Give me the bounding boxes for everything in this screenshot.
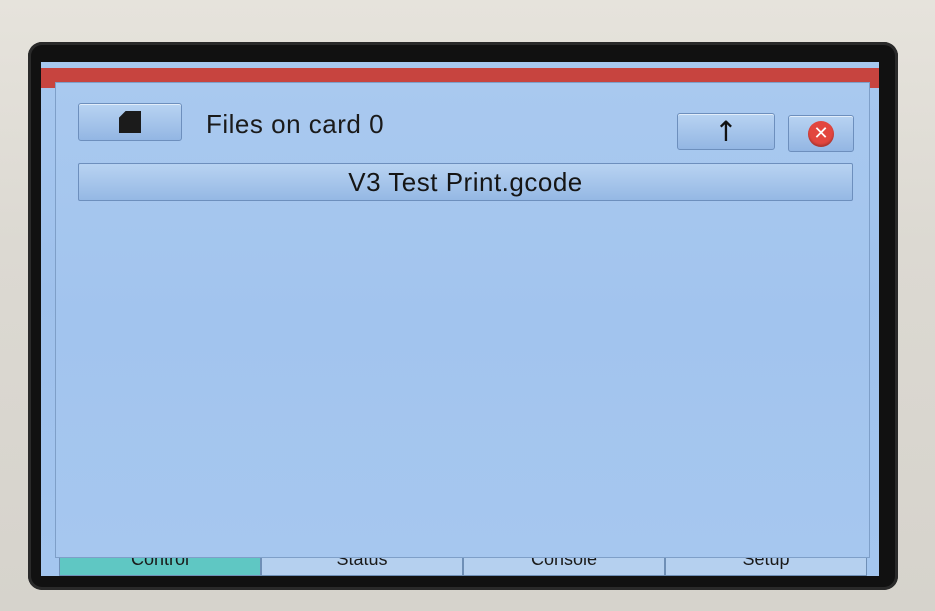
sd-card-icon — [115, 111, 145, 133]
dialog-title: Files on card 0 — [206, 109, 385, 139]
file-list-item[interactable]: V3 Test Print.gcode — [78, 163, 853, 201]
up-arrow-icon: ↑ — [714, 114, 738, 148]
file-list-dialog: Files on card 0 ↑ ✕ V3 Test Print.gcode — [55, 82, 870, 558]
touchscreen: Control Status Console Setup Files on ca… — [41, 62, 879, 576]
parent-folder-button[interactable]: ↑ — [677, 113, 775, 150]
close-button[interactable]: ✕ — [788, 115, 854, 152]
file-name: V3 Test Print.gcode — [348, 166, 583, 197]
printer-device: Control Status Console Setup Files on ca… — [0, 0, 935, 611]
sd-card-button[interactable] — [78, 103, 182, 141]
close-icon: ✕ — [808, 120, 834, 147]
